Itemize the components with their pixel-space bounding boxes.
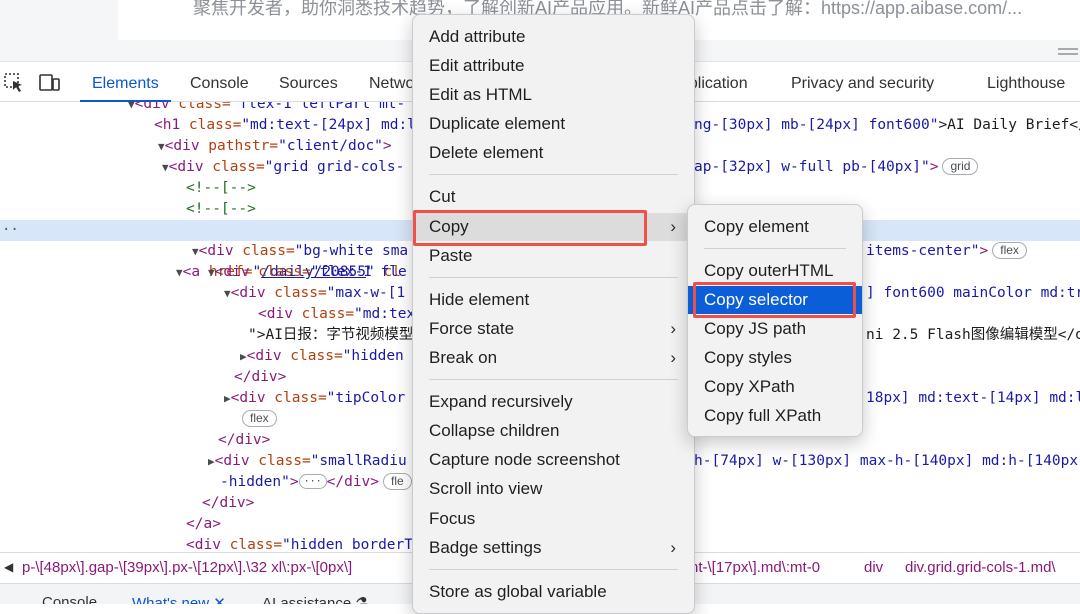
tree-node-tail: ] font600 mainColor md:tr [866, 285, 1080, 301]
breadcrumb-item[interactable]: p-\[48px\].gap-\[39px\].px-\[12px\].\32 … [22, 559, 352, 576]
menu-item-copy-outerhtml[interactable]: Copy outerHTML [688, 257, 862, 285]
tree-close-tag[interactable]: </a> [186, 514, 221, 535]
menu-divider [429, 277, 678, 278]
tree-node-tail: ng-[30px] mb-[24px] font600">AI Daily Br… [694, 117, 1080, 133]
tree-text-tail: ni 2.5 Flash图像编辑模型</di [866, 327, 1080, 343]
menu-item-edit-attribute[interactable]: Edit attribute [413, 52, 694, 80]
menu-item-break-on[interactable]: Break on › [413, 344, 694, 372]
inspect-element-icon[interactable] [4, 73, 26, 93]
menu-item-scroll-into-view[interactable]: Scroll into view [413, 475, 694, 503]
tree-close-tag[interactable]: </div> [202, 493, 254, 514]
tab-elements[interactable]: Elements [80, 64, 171, 102]
chevron-right-icon: › [670, 319, 676, 338]
menu-item-badge-settings[interactable]: Badge settings › [413, 534, 694, 562]
tree-node[interactable]: ▼<div pathstr="client/doc"> [158, 136, 392, 157]
menu-item-focus[interactable]: Focus [413, 505, 694, 533]
tree-node[interactable]: ▼<div class="flex-1 leftPart mt- [128, 102, 405, 115]
menu-item-copy-full-xpath[interactable]: Copy full XPath [688, 402, 862, 430]
chevron-right-icon: › [670, 217, 676, 236]
drawer-tab-ai-assistance[interactable]: AI assistance ⚗ [262, 594, 369, 604]
tab-sources[interactable]: Sources [279, 64, 338, 102]
ellipsis-badge[interactable]: ··· [298, 474, 327, 489]
menu-item-collapse-children[interactable]: Collapse children [413, 417, 694, 445]
context-menu: Add attribute Edit attribute Edit as HTM… [412, 14, 695, 614]
expand-triangle-icon[interactable]: ▼ [224, 287, 231, 300]
tree-node[interactable]: ▶<div class="smallRadiu [208, 451, 407, 472]
flex-badge[interactable]: flex [242, 410, 277, 427]
collapsed-triangle-icon[interactable]: ▶ [208, 455, 215, 468]
tree-node[interactable]: ▼<div class="bg-white sma [192, 241, 408, 262]
collapsed-triangle-icon[interactable]: ▶ [224, 392, 231, 405]
chevron-right-icon: › [670, 538, 676, 557]
tab-privacy-security[interactable]: Privacy and security [791, 64, 934, 102]
close-icon[interactable]: ✕ [213, 595, 226, 604]
flask-icon: ⚗ [355, 595, 369, 604]
collapsed-triangle-icon[interactable]: ▶ [240, 350, 247, 363]
more-dots-icon[interactable]: ·· [2, 220, 19, 241]
menu-item-cut[interactable]: Cut [413, 183, 694, 211]
device-toolbar-icon[interactable] [38, 73, 60, 93]
tree-comment[interactable]: <!--[--> [186, 178, 256, 199]
tree-node[interactable]: -hidden"> ··· </div> fle [220, 472, 412, 493]
expand-triangle-icon[interactable]: ▼ [128, 102, 135, 111]
tree-node-tail: ap-[32px] w-full pb-[40px]"> grid [694, 157, 979, 178]
grid-badge[interactable]: grid [942, 158, 979, 175]
chevron-right-icon: › [670, 348, 676, 367]
expand-triangle-icon[interactable]: ▼ [162, 161, 169, 174]
tree-node-tail: 18px] md:text-[14px] md:l [866, 390, 1080, 406]
menu-item-hide-element[interactable]: Hide element [413, 286, 694, 314]
tree-close-tag[interactable]: </div> [218, 430, 270, 451]
expand-triangle-icon[interactable]: ▼ [158, 140, 165, 153]
menu-item-paste[interactable]: Paste [413, 242, 694, 270]
tab-network[interactable]: Netwo [369, 64, 414, 102]
drawer-resize-handle[interactable] [1058, 48, 1078, 56]
tree-node[interactable]: <div class="md:tex [258, 304, 415, 325]
copy-highlight-outline [413, 210, 647, 246]
tree-comment[interactable]: <!--[--> [186, 199, 256, 220]
tree-node-tail: h-[74px] w-[130px] max-h-[140px] md:h-[1… [694, 453, 1079, 469]
menu-divider [429, 174, 678, 175]
menu-divider [429, 379, 678, 380]
tree-node[interactable]: ▶<div class="hidden [240, 346, 404, 367]
flex-badge[interactable]: fle [383, 473, 412, 490]
tree-text-node[interactable]: ">AI日报：字节视频模型 [248, 325, 413, 346]
menu-item-delete-element[interactable]: Delete element [413, 139, 694, 167]
menu-item-copy-styles[interactable]: Copy styles [688, 344, 862, 372]
breadcrumb-item[interactable]: div [864, 559, 883, 576]
menu-item-expand-recursively[interactable]: Expand recursively [413, 388, 694, 416]
tree-node[interactable]: ▼<div class="flex-1 fle [208, 262, 407, 283]
menu-item-copy-js-path[interactable]: Copy JS path [688, 315, 862, 343]
expand-triangle-icon[interactable]: ▼ [176, 266, 183, 279]
flex-badge[interactable]: flex [992, 242, 1027, 259]
tree-node[interactable]: ▶<div class="tipColor [224, 388, 405, 409]
tab-lighthouse[interactable]: Lighthouse [987, 64, 1065, 102]
menu-item-store-as-global-variable[interactable]: Store as global variable [413, 578, 694, 606]
tree-node[interactable]: ▼<div class="max-w-[1 [224, 283, 405, 304]
menu-divider [429, 569, 678, 570]
copy-selector-highlight-outline [693, 282, 856, 318]
copy-submenu: Copy element Copy outerHTML Copy selecto… [687, 204, 863, 437]
breadcrumb-item[interactable]: nt-\[17px\].md\:mt-0 [690, 559, 820, 576]
menu-item-copy-xpath[interactable]: Copy XPath [688, 373, 862, 401]
menu-item-edit-as-html[interactable]: Edit as HTML [413, 81, 694, 109]
menu-item-duplicate-element[interactable]: Duplicate element [413, 110, 694, 138]
menu-item-add-attribute[interactable]: Add attribute [413, 23, 694, 51]
menu-item-force-state[interactable]: Force state › [413, 315, 694, 343]
drawer-tab-console[interactable]: Console [42, 594, 97, 604]
tree-node-tail: items-center"> flex [866, 241, 1027, 262]
tab-console[interactable]: Console [190, 64, 249, 102]
menu-divider [704, 248, 846, 249]
expand-triangle-icon[interactable]: ▼ [192, 245, 199, 258]
tree-node[interactable]: ▼<div class="grid grid-cols- [162, 157, 404, 178]
breadcrumb-item[interactable]: div.grid.grid-cols-1.md\ [905, 559, 1056, 576]
drawer-tab-whats-new[interactable]: What's new ✕ [132, 594, 226, 604]
tree-node[interactable]: <h1 class="md:text-[24px] md:l [154, 115, 416, 136]
menu-item-capture-node-screenshot[interactable]: Capture node screenshot [413, 446, 694, 474]
scroll-left-icon[interactable]: ◀ [4, 560, 13, 574]
tree-node[interactable]: <div class="hidden borderT [186, 535, 413, 552]
menu-item-copy-element[interactable]: Copy element [688, 213, 862, 241]
tree-close-tag[interactable]: </div> [234, 367, 286, 388]
tree-node: flex [238, 409, 277, 430]
expand-triangle-icon[interactable]: ▼ [208, 266, 215, 279]
